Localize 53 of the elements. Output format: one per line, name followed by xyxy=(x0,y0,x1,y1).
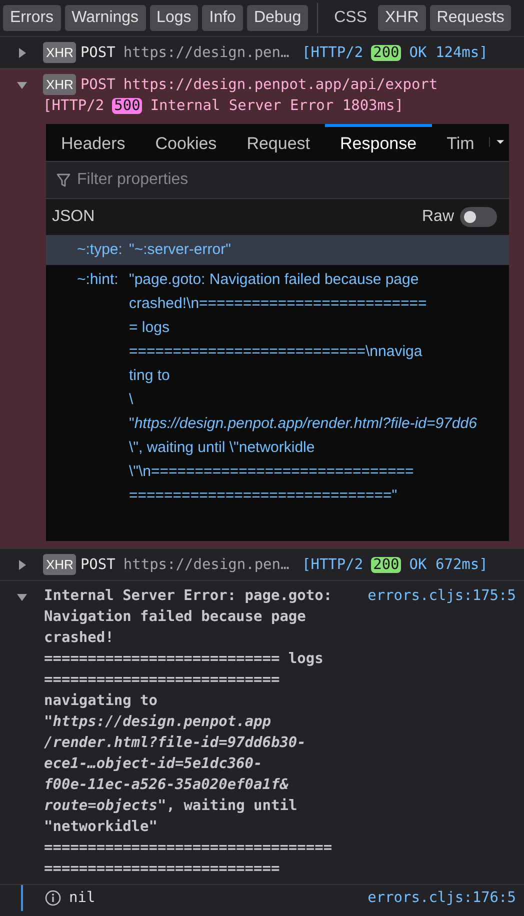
request-url[interactable]: https://design.pen… xyxy=(123,557,290,573)
property-value: "page.goto: Navigation failed because page crashed!\n========================== = logs ===========================\nnaviga ting to \ "https://design.penpot.app/render.html?file-id=97dd6 \", waiting until \"networkidle \"\n============================== ==============================" xyxy=(129,270,477,506)
status-code-badge: 200 xyxy=(371,557,402,573)
filter-button[interactable]: Warnings xyxy=(64,5,146,31)
dropdown-caret-icon[interactable] xyxy=(489,137,505,147)
request-method: POST xyxy=(80,45,116,61)
status-code-badge: 500 xyxy=(112,98,142,114)
http-protocol: [HTTP/2 xyxy=(302,557,364,573)
filter-button[interactable]: Errors xyxy=(3,5,61,31)
filter-input[interactable]: Filter properties xyxy=(75,170,499,190)
property-key: ~:hint: xyxy=(77,268,123,508)
details-tab[interactable]: Request xyxy=(232,124,326,161)
details-tab[interactable]: Cookies xyxy=(140,124,232,161)
status-text: OK 672ms] xyxy=(409,557,488,573)
filter-funnel-icon xyxy=(56,172,71,188)
disclosure-triangle-icon[interactable] xyxy=(16,79,28,91)
http-protocol: [HTTP/2 xyxy=(302,45,364,61)
source-link[interactable]: errors.cljs:176:5 xyxy=(368,890,524,906)
filter-button[interactable]: Debug xyxy=(246,5,308,31)
property-value: "~:server-error" xyxy=(129,240,231,260)
filter-field[interactable]: Filter properties xyxy=(46,162,509,199)
request-type-badge: XHR xyxy=(43,74,76,95)
format-label: JSON xyxy=(52,208,95,226)
details-tab[interactable]: Tim xyxy=(432,124,490,161)
json-property-row[interactable]: ~:type: "~:server-error" xyxy=(46,235,509,265)
raw-label: Raw xyxy=(422,208,454,226)
status-code-badge: 200 xyxy=(371,45,402,61)
info-icon xyxy=(45,890,61,906)
request-method: POST xyxy=(80,77,116,93)
disclosure-triangle-icon[interactable] xyxy=(16,559,28,571)
filter-button[interactable]: Info xyxy=(202,5,243,31)
source-link[interactable]: errors.cljs:175:5 xyxy=(368,586,524,607)
filter-button[interactable]: XHR xyxy=(378,5,426,31)
disclosure-triangle-icon[interactable] xyxy=(16,591,28,603)
request-url[interactable]: https://design.pen… xyxy=(123,45,290,61)
request-type-badge: XHR xyxy=(43,42,76,63)
property-key: ~:type: xyxy=(77,238,123,262)
log-text: nil xyxy=(69,890,96,906)
status-text: Internal Server Error 1803ms] xyxy=(150,98,404,114)
filter-button[interactable]: CSS xyxy=(327,5,374,31)
status-text: OK 124ms] xyxy=(409,45,488,61)
request-row[interactable]: XHR POST https://design.pen… [HTTP/2 200 OK 672ms] xyxy=(0,549,524,581)
raw-toggle[interactable] xyxy=(460,207,497,227)
request-type-badge: XHR xyxy=(43,554,76,575)
request-url[interactable]: https://design.penpot.app/api/export xyxy=(123,77,438,93)
details-tab[interactable]: Headers xyxy=(46,124,140,161)
filter-button[interactable]: Logs xyxy=(150,5,198,31)
disclosure-triangle-icon[interactable] xyxy=(16,47,28,59)
error-request-row[interactable] xyxy=(0,69,524,549)
request-method: POST xyxy=(80,557,116,573)
filter-button[interactable]: Requests xyxy=(430,5,512,31)
http-protocol: [HTTP/2 xyxy=(43,98,104,114)
error-message-text: Internal Server Error: page.goto: Navigation failed because page crashed! =========================== logs =========================== navigating to "https://design.penpot.app /render.html?file-id=97dd6b30- ece1-…object-id=5e1dc360- f00e-11ec-a526-35a020ef0a1f& route=objects", waiting until "networkidle" ================================= =========================== xyxy=(44,587,332,879)
